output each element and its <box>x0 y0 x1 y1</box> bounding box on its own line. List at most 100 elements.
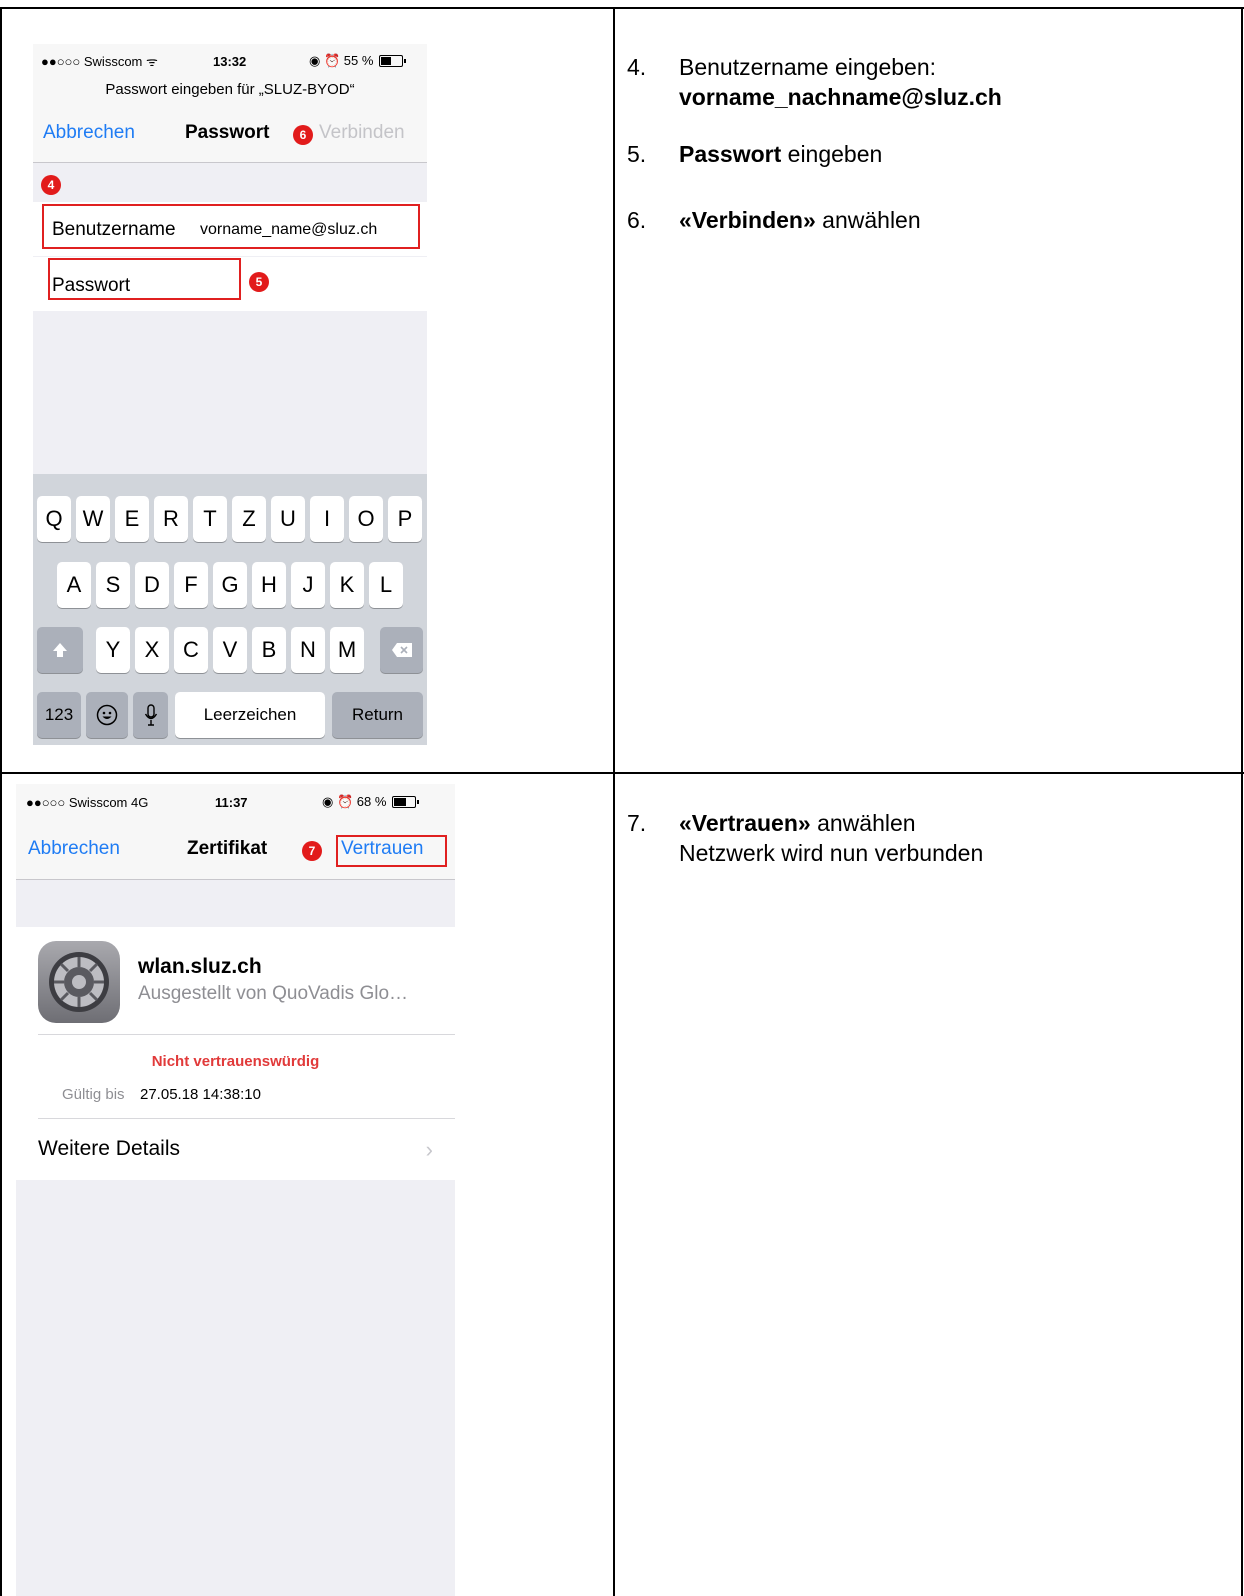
page-title: Zertifikat <box>187 838 268 859</box>
network-prompt: Passwort eingeben für „SLUZ-BYOD“ <box>105 81 355 98</box>
connect-button[interactable]: Verbinden <box>319 122 405 144</box>
settings-gear-icon <box>38 941 120 1023</box>
table-row-divider <box>0 772 1244 774</box>
trust-status: Nicht vertrauenswürdig <box>151 1053 320 1070</box>
step-6-number: 6. <box>627 207 647 233</box>
backspace-icon <box>391 643 412 657</box>
key-w[interactable]: W <box>76 496 110 542</box>
page-title: Passwort <box>185 122 270 143</box>
key-a[interactable]: A <box>57 562 91 608</box>
instructions-step-4-6: 4. Benutzername eingeben: vorname_nachna… <box>627 52 1217 235</box>
emoji-key[interactable] <box>86 692 128 738</box>
instructions-step-7: 7. «Vertrauen» anwählen Netzwerk wird nu… <box>627 808 1217 868</box>
key-x[interactable]: X <box>135 627 169 673</box>
key-r[interactable]: R <box>154 496 188 542</box>
step-5: 5. Passwort eingeben <box>627 139 1217 169</box>
key-l[interactable]: L <box>369 562 403 608</box>
cancel-button[interactable]: Abbrechen <box>43 122 135 144</box>
key-q[interactable]: Q <box>37 496 71 542</box>
screenshot-certificate: ●●○○○ Swisscom 4G 11:37 ◉ ⏰ 68 % Abbrech… <box>16 784 455 1596</box>
key-n[interactable]: N <box>291 627 325 673</box>
status-right: ◉ ⏰ 68 % <box>322 794 420 810</box>
status-indicators: ◉ ⏰ 68 % <box>322 794 387 809</box>
key-z[interactable]: Z <box>232 496 266 542</box>
return-key[interactable]: Return <box>332 692 423 738</box>
space-key[interactable]: Leerzeichen <box>175 692 325 738</box>
status-bar: ●●○○○ Swisscom 4G 11:37 ◉ ⏰ 68 % <box>16 787 455 817</box>
key-f[interactable]: F <box>174 562 208 608</box>
key-o[interactable]: O <box>349 496 383 542</box>
key-e[interactable]: E <box>115 496 149 542</box>
key-g[interactable]: G <box>213 562 247 608</box>
username-highlight <box>42 204 420 249</box>
step-4-text: Benutzername eingeben: <box>679 54 937 80</box>
certificate-card: wlan.sluz.ch Ausgestellt von QuoVadis Gl… <box>16 927 455 1180</box>
status-time: 11:37 <box>215 794 248 810</box>
screenshot-password-entry: ●●○○○ Swisscom ᯤ 13:32 ◉ ⏰ 55 % Passwort… <box>33 44 427 745</box>
step-marker-6: 6 <box>293 125 313 145</box>
more-details-link[interactable]: Weitere Details <box>38 1137 180 1161</box>
certificate-name: wlan.sluz.ch <box>138 955 262 978</box>
valid-until-label: Gültig bis <box>62 1086 125 1103</box>
step-marker-4: 4 <box>41 175 61 195</box>
numbers-key[interactable]: 123 <box>37 692 81 738</box>
key-y[interactable]: Y <box>96 627 130 673</box>
key-d[interactable]: D <box>135 562 169 608</box>
step-marker-5: 5 <box>249 272 269 292</box>
key-h[interactable]: H <box>252 562 286 608</box>
microphone-icon <box>144 704 157 726</box>
step-7-bold: «Vertrauen» <box>679 810 811 836</box>
status-bar: ●●○○○ Swisscom ᯤ 13:32 ◉ ⏰ 55 % <box>33 46 427 76</box>
trust-highlight <box>336 835 447 867</box>
divider <box>38 1118 455 1119</box>
backspace-key[interactable] <box>380 627 423 673</box>
key-i[interactable]: I <box>310 496 344 542</box>
certificate-issuer: Ausgestellt von QuoVadis Glo… <box>138 983 409 1004</box>
table-column-divider <box>613 7 615 1596</box>
carrier-label: ●●○○○ Swisscom ᯤ <box>41 54 158 69</box>
password-highlight <box>48 258 241 300</box>
key-t[interactable]: T <box>193 496 227 542</box>
key-v[interactable]: V <box>213 627 247 673</box>
step-7-line2: Netzwerk wird nun verbunden <box>679 840 984 866</box>
key-c[interactable]: C <box>174 627 208 673</box>
status-right: ◉ ⏰ 55 % <box>309 53 407 69</box>
gear-icon <box>49 952 109 1012</box>
cancel-button[interactable]: Abbrechen <box>28 838 120 860</box>
step-4-username: vorname_nachname@sluz.ch <box>679 84 1002 110</box>
step-5-bold: Passwort <box>679 141 782 167</box>
navigation-bar: ●●○○○ Swisscom ᯤ 13:32 ◉ ⏰ 55 % Passwort… <box>33 44 427 163</box>
battery-icon <box>392 796 420 808</box>
step-7: 7. «Vertrauen» anwählen Netzwerk wird nu… <box>627 808 1217 868</box>
chevron-right-icon: › <box>425 1137 433 1162</box>
shift-arrow-icon <box>53 643 67 657</box>
key-m[interactable]: M <box>330 627 364 673</box>
key-k[interactable]: K <box>330 562 364 608</box>
table-border-right <box>1241 7 1243 1596</box>
divider <box>38 1034 455 1035</box>
step-6-text: anwählen <box>815 207 921 233</box>
dictation-key[interactable] <box>133 692 168 738</box>
key-b[interactable]: B <box>252 627 286 673</box>
table-border-left <box>0 7 2 1596</box>
step-4: 4. Benutzername eingeben: vorname_nachna… <box>627 52 1217 112</box>
step-marker-7: 7 <box>302 841 322 861</box>
step-4-number: 4. <box>627 54 647 80</box>
key-u[interactable]: U <box>271 496 305 542</box>
key-j[interactable]: J <box>291 562 325 608</box>
status-time: 13:32 <box>213 53 247 69</box>
status-indicators: ◉ ⏰ 55 % <box>309 53 374 68</box>
key-p[interactable]: P <box>388 496 422 542</box>
step-5-text: eingeben <box>781 141 883 167</box>
key-s[interactable]: S <box>96 562 130 608</box>
battery-icon <box>379 55 407 67</box>
shift-key[interactable] <box>37 627 83 673</box>
step-7-text: anwählen <box>810 810 916 836</box>
carrier-label: ●●○○○ Swisscom 4G <box>26 794 149 810</box>
step-5-number: 5. <box>627 141 647 167</box>
emoji-icon <box>96 704 118 726</box>
step-6-bold: «Verbinden» <box>679 207 816 233</box>
step-7-number: 7. <box>627 810 647 836</box>
navigation-bar: ●●○○○ Swisscom 4G 11:37 ◉ ⏰ 68 % Abbrech… <box>16 784 455 880</box>
keyboard: QWERTZUIOP ASDFGHJKL YXCVBNM 123 Leerzei… <box>33 474 427 745</box>
